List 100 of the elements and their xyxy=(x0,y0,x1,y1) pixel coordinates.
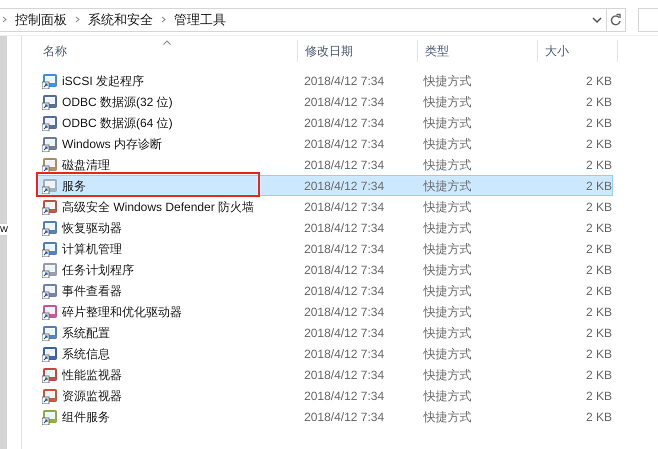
file-row[interactable]: 资源监视器 2018/4/12 7:34 快捷方式 2 KB xyxy=(36,385,613,406)
file-row[interactable]: 系统配置 2018/4/12 7:34 快捷方式 2 KB xyxy=(36,322,613,343)
shortcut-icon xyxy=(42,388,58,404)
file-size: 2 KB xyxy=(584,388,612,404)
modified-date: 2018/4/12 7:34 xyxy=(303,282,386,300)
shortcut-icon xyxy=(42,282,58,298)
address-bar[interactable]: 控制面板 系统和安全 管理工具 xyxy=(0,8,607,32)
file-size: 2 KB xyxy=(584,282,612,300)
modified-date: 2018/4/12 7:34 xyxy=(303,324,386,342)
file-name: 资源监视器 xyxy=(62,388,122,404)
file-type: 快捷方式 xyxy=(422,262,473,278)
dropdown-icon[interactable] xyxy=(592,16,602,24)
file-row[interactable]: 磁盘清理 2018/4/12 7:34 快捷方式 2 KB xyxy=(36,154,613,175)
file-type: 快捷方式 xyxy=(422,282,473,300)
file-type: 快捷方式 xyxy=(422,178,473,194)
file-size: 2 KB xyxy=(584,198,612,216)
file-row[interactable]: 事件查看器 2018/4/12 7:34 快捷方式 2 KB xyxy=(36,280,613,301)
column-header[interactable]: 大小 xyxy=(538,40,618,62)
file-type: 快捷方式 xyxy=(422,388,473,404)
modified-date: 2018/4/12 7:34 xyxy=(303,346,386,362)
file-type: 快捷方式 xyxy=(422,136,473,152)
file-type: 快捷方式 xyxy=(422,72,473,90)
file-size: 2 KB xyxy=(584,304,612,320)
file-row[interactable]: 计算机管理 2018/4/12 7:34 快捷方式 2 KB xyxy=(36,238,613,259)
file-row[interactable]: 高级安全 Windows Defender 防火墙 2018/4/12 7:34 快捷方式 2 KB xyxy=(36,196,613,217)
modified-date: 2018/4/12 7:34 xyxy=(303,408,386,426)
search-field[interactable] xyxy=(638,8,658,32)
modified-date: 2018/4/12 7:34 xyxy=(303,366,386,384)
file-size: 2 KB xyxy=(584,346,612,362)
file-type: 快捷方式 xyxy=(422,220,473,236)
shortcut-icon xyxy=(42,114,58,130)
shortcut-icon xyxy=(42,72,58,88)
breadcrumb[interactable]: 管理工具 xyxy=(172,10,228,30)
file-type: 快捷方式 xyxy=(422,324,473,342)
file-row[interactable]: ODBC 数据源(64 位) 2018/4/12 7:34 快捷方式 2 KB xyxy=(36,112,613,133)
column-header[interactable]: 修改日期 xyxy=(298,40,418,62)
file-name: 高级安全 Windows Defender 防火墙 xyxy=(62,198,254,216)
file-size: 2 KB xyxy=(584,114,612,132)
column-header[interactable]: 名称 xyxy=(36,40,298,62)
file-name: ODBC 数据源(32 位) xyxy=(62,94,173,110)
file-size: 2 KB xyxy=(584,136,612,152)
file-row[interactable]: 任务计划程序 2018/4/12 7:34 快捷方式 2 KB xyxy=(36,259,613,280)
file-name: 任务计划程序 xyxy=(62,262,134,278)
file-name: 碎片整理和优化驱动器 xyxy=(62,304,182,320)
file-type: 快捷方式 xyxy=(422,240,473,258)
file-row[interactable]: 恢复驱动器 2018/4/12 7:34 快捷方式 2 KB xyxy=(36,217,613,238)
modified-date: 2018/4/12 7:34 xyxy=(303,136,386,152)
refresh-button[interactable] xyxy=(606,8,626,32)
sort-caret-icon xyxy=(162,40,171,45)
file-size: 2 KB xyxy=(584,94,612,110)
shortcut-icon xyxy=(42,178,58,194)
column-header[interactable]: 类型 xyxy=(418,40,538,62)
file-size: 2 KB xyxy=(584,366,612,384)
modified-date: 2018/4/12 7:34 xyxy=(303,240,386,258)
modified-date: 2018/4/12 7:34 xyxy=(303,262,386,278)
file-size: 2 KB xyxy=(584,178,612,194)
file-row[interactable]: 组件服务 2018/4/12 7:34 快捷方式 2 KB xyxy=(36,406,613,427)
breadcrumb[interactable]: 控制面板 xyxy=(13,10,69,30)
file-type: 快捷方式 xyxy=(422,94,473,110)
modified-date: 2018/4/12 7:34 xyxy=(303,94,386,110)
file-name: 性能监视器 xyxy=(62,366,122,384)
nav-item-text: w xyxy=(0,224,8,235)
file-row[interactable]: 系统信息 2018/4/12 7:34 快捷方式 2 KB xyxy=(36,343,613,364)
file-row[interactable]: Windows 内存诊断 2018/4/12 7:34 快捷方式 2 KB xyxy=(36,133,613,154)
file-row[interactable]: ODBC 数据源(32 位) 2018/4/12 7:34 快捷方式 2 KB xyxy=(36,91,613,112)
refresh-icon xyxy=(610,13,622,26)
file-name: 组件服务 xyxy=(62,408,110,426)
file-row[interactable]: iSCSI 发起程序 2018/4/12 7:34 快捷方式 2 KB xyxy=(36,70,613,91)
modified-date: 2018/4/12 7:34 xyxy=(303,220,386,236)
file-name: 磁盘清理 xyxy=(62,156,110,174)
chevron-right-icon xyxy=(2,16,7,23)
file-type: 快捷方式 xyxy=(422,198,473,216)
modified-date: 2018/4/12 7:34 xyxy=(303,72,386,90)
scrollbar[interactable] xyxy=(0,36,7,449)
file-size: 2 KB xyxy=(584,408,612,426)
shortcut-icon xyxy=(42,198,58,214)
shortcut-icon xyxy=(42,262,58,278)
chevron-right-icon xyxy=(75,16,80,23)
modified-date: 2018/4/12 7:34 xyxy=(303,114,386,132)
file-size: 2 KB xyxy=(584,324,612,342)
shortcut-icon xyxy=(42,94,58,110)
file-name: ODBC 数据源(64 位) xyxy=(62,114,173,132)
file-type: 快捷方式 xyxy=(422,114,473,132)
modified-date: 2018/4/12 7:34 xyxy=(303,388,386,404)
breadcrumb[interactable]: 系统和安全 xyxy=(86,10,155,30)
shortcut-icon xyxy=(42,240,58,256)
modified-date: 2018/4/12 7:34 xyxy=(303,156,386,174)
file-size: 2 KB xyxy=(584,262,612,278)
file-row[interactable]: 服务 2018/4/12 7:34 快捷方式 2 KB xyxy=(36,175,613,196)
shortcut-icon xyxy=(42,346,58,362)
file-name: iSCSI 发起程序 xyxy=(62,72,144,90)
file-row[interactable]: 性能监视器 2018/4/12 7:34 快捷方式 2 KB xyxy=(36,364,613,385)
modified-date: 2018/4/12 7:34 xyxy=(303,304,386,320)
file-size: 2 KB xyxy=(584,156,612,174)
file-row[interactable]: 碎片整理和优化驱动器 2018/4/12 7:34 快捷方式 2 KB xyxy=(36,301,613,322)
shortcut-icon xyxy=(42,220,58,236)
file-type: 快捷方式 xyxy=(422,346,473,362)
shortcut-icon xyxy=(42,324,58,340)
shortcut-icon xyxy=(42,136,58,152)
file-type: 快捷方式 xyxy=(422,304,473,320)
